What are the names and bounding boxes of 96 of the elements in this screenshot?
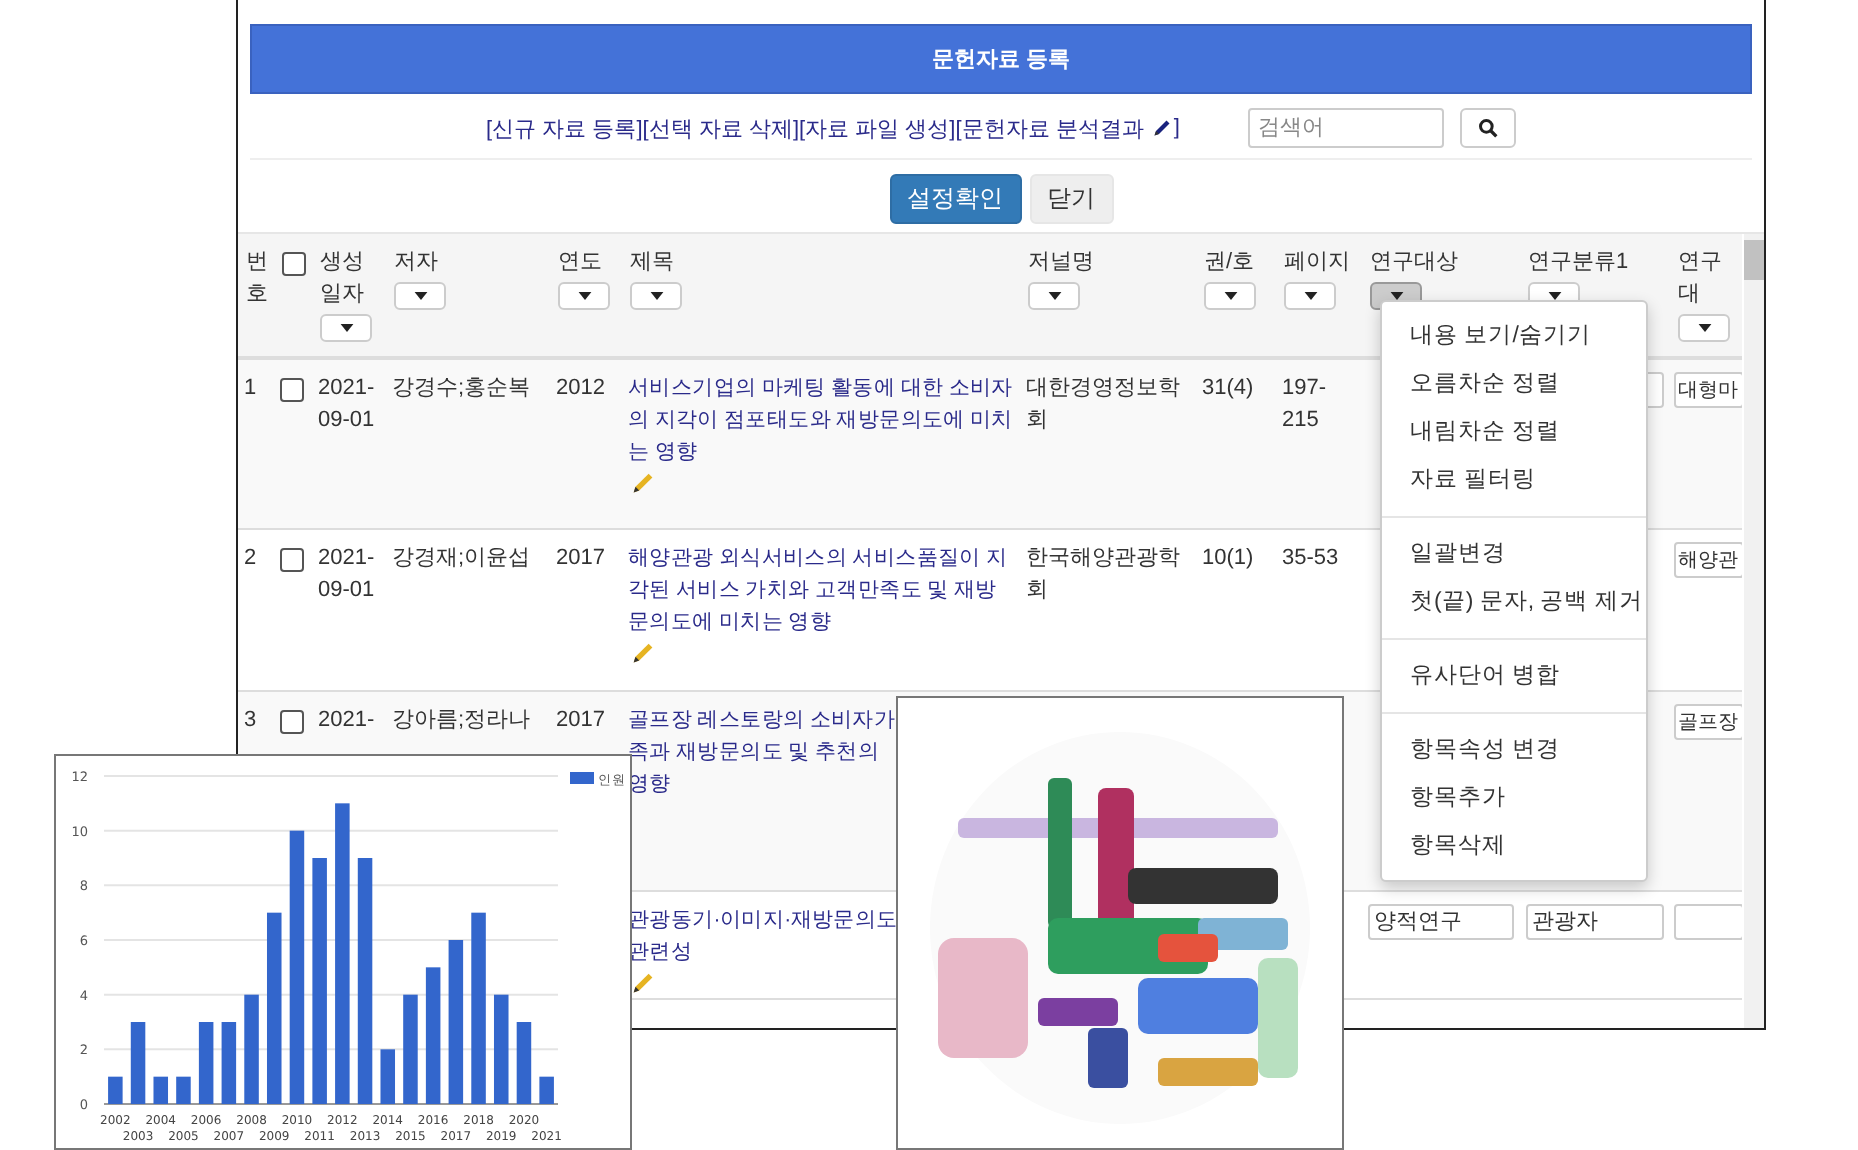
search-field[interactable]: 검색어 [1247,108,1444,148]
column-header: 생성일자 [320,248,366,310]
bar [244,994,259,1104]
checkbox[interactable] [280,378,304,402]
journal-text: 대한경영정보학회 [1026,374,1182,436]
column-header: 권/호 [1204,248,1257,278]
checkbox[interactable] [282,252,306,276]
text-field[interactable]: 골프장 [1674,703,1742,739]
date-text: 2021-09-01 [318,374,377,436]
bar [198,1022,214,1104]
date-text: 2021- [318,705,377,735]
menu-item[interactable]: 유사단어 병합 [1382,652,1646,700]
volume-text: 31(4) [1202,374,1256,404]
filter-button[interactable] [558,282,610,310]
text-field[interactable]: 양적연구 [1368,903,1514,939]
pencil-icon [1149,116,1174,140]
bar [539,1076,554,1104]
volume-text: 10(1) [1202,543,1256,573]
title-link[interactable]: 서비스기업의 마케팅 활동에 대한 소비자의 지각이 점포태도와 재방문의도에 미치는 영향 [628,372,1014,468]
title-link[interactable]: 골프장 레스토랑의 소비자가 족과 재방문의도 및 추천의 영향 [628,703,896,799]
title-link[interactable]: 관광동기·이미지·재방문의도 관련성 [628,903,898,967]
confirm-button[interactable]: 설정확인 [889,174,1021,224]
bar [221,1022,237,1104]
filter-button[interactable] [1204,282,1256,310]
pages-text: 35-53 [1282,543,1341,573]
caret-icon [1303,292,1317,300]
column-header: 제목 [630,248,676,278]
author-text: 강경재;이윤섭 [392,543,533,573]
close-button[interactable]: 닫기 [1029,174,1113,224]
menu-item[interactable]: 내림차순 정렬 [1382,408,1646,456]
column-header: 페이지 [1284,248,1352,278]
menu-item[interactable]: 오름차순 정렬 [1382,360,1646,408]
row-number: 2 [244,543,259,573]
search-icon [1477,118,1498,138]
pages-text: 197-215 [1282,374,1329,436]
filter-button[interactable] [394,282,446,310]
bar [176,1076,191,1104]
window-title: 문헌자료 등록 [931,46,1071,74]
bar [516,1022,532,1104]
scrollbar[interactable] [1744,234,1764,1028]
year-text: 2017 [556,543,607,573]
caret-icon [1047,292,1061,300]
checkbox[interactable] [280,547,304,571]
checkbox[interactable] [280,709,304,733]
menu-item[interactable]: 일괄변경 [1382,530,1646,578]
text-field[interactable]: 해양관 [1674,541,1742,577]
legend-swatch [570,772,594,784]
text-field[interactable]: 관광자 [1526,903,1664,939]
menu-item[interactable]: 항목속성 변경 [1382,726,1646,774]
journal-text: 한국해양관광학회 [1026,543,1182,605]
menu-item[interactable]: 항목추가 [1382,774,1646,822]
menu-item[interactable]: 자료 필터링 [1382,456,1646,504]
search-button[interactable] [1459,108,1516,148]
author-text: 강경수;홍순복 [392,374,533,404]
filter-button[interactable] [630,282,682,310]
column-header: 연구대상 [1370,248,1460,278]
column-header: 번호 [246,248,268,310]
date-text: 2021-09-01 [318,543,377,605]
caret-icon [413,292,427,300]
column-header: 저자 [394,248,440,278]
bar [380,1049,395,1104]
bar [403,994,418,1104]
column-header: 연도 [558,248,604,278]
bar [425,967,441,1104]
menu-item[interactable]: 항목삭제 [1382,822,1646,870]
toolbar-link[interactable]: [자료 파일 생성] [799,113,956,143]
toolbar-link[interactable]: [신규 자료 등록] [486,113,643,143]
toolbar-link[interactable]: [문헌자료 분석결과 ] [955,113,1180,143]
filter-button[interactable] [320,314,372,342]
title-link[interactable]: 해양관광 외식서비스의 서비스품질이 지각된 서비스 가치와 고객만족도 및 재방문의도에 미치는 영향 [628,541,1014,637]
column-header: 연구대 [1678,248,1724,310]
scroll-thumb[interactable] [1744,240,1764,280]
column-header: 저널명 [1028,248,1096,278]
caret-icon [649,292,663,300]
caret-icon [577,292,591,300]
year-text: 2017 [556,705,607,735]
bar [108,1076,123,1104]
column-header: 연구분류1 [1528,248,1631,278]
menu-item[interactable]: 첫(끝) 문자, 공백 제거 [1382,578,1646,626]
filter-button[interactable] [1678,314,1730,342]
bar [494,994,509,1104]
caret-icon [1697,324,1711,332]
menu-item[interactable]: 내용 보기/숨기기 [1382,312,1646,360]
text-field[interactable]: 대형마 [1674,372,1742,408]
filter-button[interactable] [1028,282,1080,310]
author-text: 강아름;정라나 [392,705,533,735]
row-number: 3 [244,705,259,735]
caret-icon [1223,292,1237,300]
text-field[interactable] [1674,903,1742,939]
toolbar-link[interactable]: [선택 자료 삭제] [642,113,800,143]
row-number: 1 [244,374,259,404]
bar [153,1076,168,1104]
caret-icon [339,324,353,332]
bar [130,1022,146,1104]
year-text: 2012 [556,374,607,404]
filter-button[interactable] [1284,282,1336,310]
